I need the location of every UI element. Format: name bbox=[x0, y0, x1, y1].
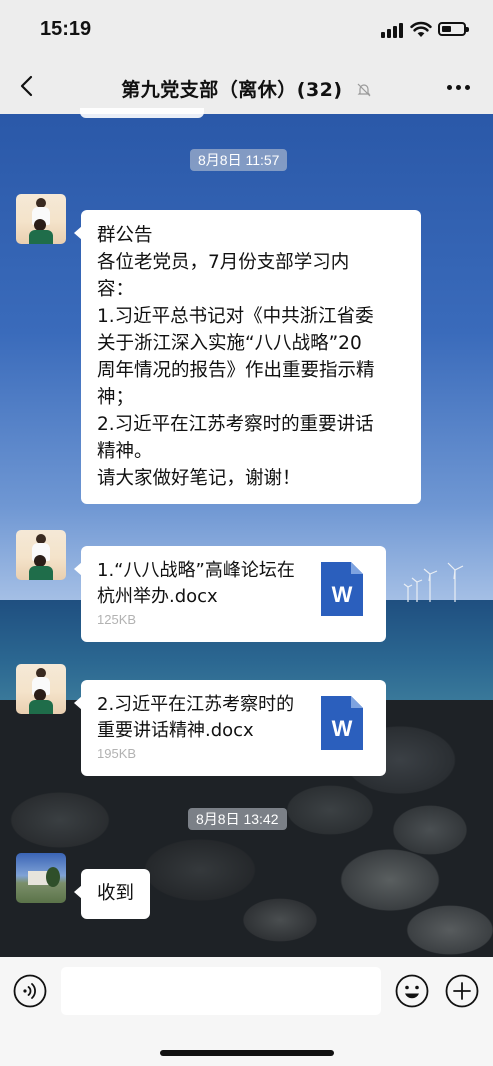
wifi-icon bbox=[410, 21, 432, 37]
word-icon-letter: W bbox=[331, 582, 353, 607]
plus-circle-icon[interactable] bbox=[445, 974, 479, 1008]
wind-turbines bbox=[403, 562, 464, 602]
text-message-bubble[interactable]: 收到 bbox=[73, 869, 151, 919]
word-document-icon: W bbox=[321, 696, 363, 750]
file-size: 125KB bbox=[97, 612, 137, 627]
sender-avatar[interactable] bbox=[16, 194, 66, 244]
battery-icon bbox=[438, 22, 469, 36]
file-name: 1.“八八战略”高峰论坛在杭州举办.docx bbox=[97, 560, 295, 607]
voice-input-icon[interactable] bbox=[13, 974, 47, 1008]
home-indicator[interactable] bbox=[160, 1050, 334, 1056]
message-text: 收到 bbox=[97, 883, 135, 904]
emoji-icon[interactable] bbox=[395, 974, 429, 1008]
chat-header: 第九党支部（离休）(32) bbox=[0, 58, 493, 114]
group-notice-text: 群公告 各位老党员，7月份支部学习内 容： 1.习近平总书记对《中共浙江省委 关… bbox=[97, 225, 375, 489]
sender-avatar[interactable] bbox=[16, 853, 66, 903]
group-notice-bubble[interactable]: 群公告 各位老党员，7月份支部学习内 容： 1.习近平总书记对《中共浙江省委 关… bbox=[74, 210, 421, 504]
sender-avatar[interactable] bbox=[16, 530, 66, 580]
chat-screen: 15:19 第九党支部（离休）(32) 8月8日 11:57 群公告 各位老党员… bbox=[0, 0, 493, 1066]
chat-title-text: 第九党支部（离休）(32) bbox=[121, 79, 343, 101]
message-input[interactable] bbox=[61, 967, 381, 1015]
file-name: 2.习近平在江苏考察时的重要讲话精神.docx bbox=[97, 694, 295, 741]
chat-title: 第九党支部（离休）(32) bbox=[0, 75, 493, 102]
status-time: 15:19 bbox=[40, 18, 92, 40]
cellular-signal-icon bbox=[381, 22, 405, 38]
status-bar: 15:19 bbox=[0, 0, 493, 58]
sender-avatar[interactable] bbox=[16, 664, 66, 714]
file-size: 195KB bbox=[97, 746, 137, 761]
timestamp: 8月8日 11:57 bbox=[190, 149, 288, 171]
more-dots-icon[interactable] bbox=[445, 74, 473, 98]
file-message-bubble[interactable]: 1.“八八战略”高峰论坛在杭州举办.docx 125KB W bbox=[74, 546, 386, 642]
timestamp: 8月8日 13:42 bbox=[188, 808, 287, 830]
word-icon-letter: W bbox=[331, 716, 353, 741]
file-message-bubble[interactable]: 2.习近平在江苏考察时的重要讲话精神.docx 195KB W bbox=[74, 680, 386, 776]
previous-message-edge bbox=[80, 108, 204, 118]
bell-off-icon bbox=[357, 83, 371, 97]
input-bar bbox=[0, 957, 493, 1066]
word-document-icon: W bbox=[321, 562, 363, 616]
